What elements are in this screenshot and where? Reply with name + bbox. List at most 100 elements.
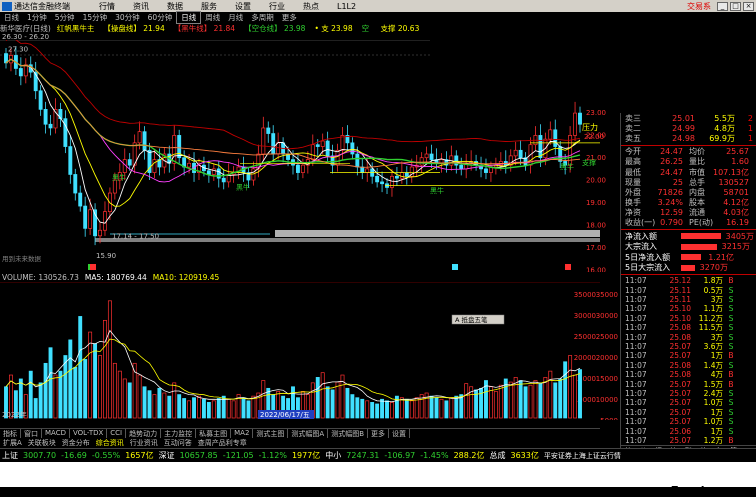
extension-tab[interactable]: 综合资讯 — [93, 438, 127, 448]
indicator-tab[interactable]: MACD — [42, 429, 70, 438]
minimize-button[interactable]: _ — [717, 1, 728, 11]
event-marker[interactable] — [452, 264, 458, 270]
candle-body — [88, 209, 93, 229]
menu-item-data[interactable]: 数据 — [158, 1, 192, 12]
high-price-label: 27.30 — [8, 46, 28, 54]
tick-price: 25.11 — [669, 295, 691, 305]
indicator-tab[interactable]: 更多 — [368, 429, 390, 438]
extension-tab[interactable]: 资金分布 — [59, 438, 93, 448]
ma10-value: MA10: 120919.45 — [152, 272, 220, 282]
sz-index-amount: 1977亿 — [291, 451, 321, 460]
volume-chart[interactable]: 3500035000 3000030000 2500025000 2000020000… — [0, 282, 620, 420]
maximize-button[interactable]: □ — [730, 1, 741, 11]
extension-tab[interactable]: 互动问答 — [161, 438, 195, 448]
watermark: www.7gpzb.com — [637, 484, 739, 497]
tick-row: 11:07 25.07 1.0万 S — [621, 417, 756, 426]
menu-item-industry[interactable]: 行业 — [260, 1, 294, 12]
kline-chart[interactable]: 23.0022.0021.0020.0019.0018.0017.0016.00… — [0, 40, 620, 272]
indicator-tab[interactable]: 私募主图 — [196, 429, 232, 438]
event-marker[interactable] — [90, 264, 96, 270]
indicator-tab[interactable]: CCI — [107, 429, 127, 438]
sh-index-label[interactable]: 上证 — [2, 450, 18, 461]
tick-row: 11:07 25.07 1.2万 B — [621, 436, 756, 445]
quote-value: 24.47 — [660, 167, 683, 177]
trade-logo[interactable]: 交易系 — [687, 1, 717, 12]
tooltip-box[interactable]: A 抵盘五笔 — [451, 314, 505, 325]
indicator-tab[interactable]: VOL-TDX — [70, 429, 108, 438]
period-tab[interactable]: 更多 — [278, 12, 301, 23]
menu-item-l1l2[interactable]: L1L2 — [328, 2, 365, 11]
quote-row: 现量 25 总手 130527 — [621, 177, 756, 187]
ask-row[interactable]: 卖五 24.98 69.9万 1 — [621, 133, 756, 143]
volume-bar — [350, 394, 355, 419]
indicator-tab[interactable]: 主力监控 — [161, 429, 197, 438]
volume-bar — [53, 374, 58, 419]
resistance-curve — [5, 40, 581, 150]
quote-value-2: 107.13亿 — [713, 167, 749, 177]
flow-bar — [681, 264, 695, 271]
period-tab[interactable]: 多周期 — [247, 12, 278, 23]
menu-item-hot[interactable]: 热点 — [294, 1, 328, 12]
zx-index-change: -106.97 — [384, 451, 416, 460]
candle-body — [251, 168, 256, 181]
flow-value: 3270万 — [699, 263, 728, 273]
period-tab[interactable]: 1分钟 — [23, 12, 51, 23]
volume-bar — [454, 395, 459, 419]
candle-body — [18, 68, 23, 77]
indicator-tab[interactable]: 测式幅图B — [328, 429, 369, 438]
tick-time: 11:07 — [625, 304, 647, 314]
close-button[interactable]: × — [743, 1, 754, 11]
extension-tab[interactable]: 扩展A — [0, 438, 25, 448]
tick-price: 25.08 — [669, 332, 691, 342]
indicator-tab[interactable]: 指标 — [0, 429, 21, 438]
period-tab[interactable]: 日线 — [0, 12, 23, 23]
period-tab[interactable]: 5分钟 — [51, 12, 79, 23]
period-tab[interactable]: 月线 — [224, 12, 247, 23]
period-tab[interactable]: 周线 — [201, 12, 224, 23]
zx-index-label[interactable]: 中小 — [325, 450, 341, 461]
ask-row[interactable]: 卖二 24.99 4.8万 1 — [621, 123, 756, 133]
indicator-tab[interactable]: 测式幅图A — [288, 429, 329, 438]
indicator-tab[interactable]: 测式主图 — [253, 429, 289, 438]
extension-tab[interactable]: 查周产品利专章 — [195, 438, 250, 448]
volume-bar — [464, 383, 469, 419]
volume-bar — [182, 398, 187, 419]
tick-row: 11:07 25.07 1.5万 B — [621, 379, 756, 389]
ma-line-10 — [5, 58, 581, 207]
indicator-tab[interactable]: 趋势动力 — [126, 429, 162, 438]
menu-item-settings[interactable]: 设置 — [226, 1, 260, 12]
quote-value-2: 4.03亿 — [723, 208, 749, 218]
candle-body — [276, 142, 281, 155]
volume-bar — [117, 370, 122, 419]
indicator-tab[interactable]: MA2 — [231, 429, 254, 438]
event-marker[interactable] — [565, 264, 571, 270]
period-tab[interactable]: 60分钟 — [144, 12, 177, 23]
volume-bar — [355, 397, 360, 419]
volume-bar — [167, 395, 172, 419]
formula-name[interactable]: 红帆黑牛主 — [57, 23, 95, 34]
volume-bar — [142, 386, 147, 419]
volume-bar — [137, 374, 142, 419]
period-tab[interactable]: 30分钟 — [111, 12, 144, 23]
candle-body — [295, 164, 300, 173]
period-tab[interactable]: 15分钟 — [79, 12, 112, 23]
volume-value: VOLUME: 130526.73 — [2, 272, 79, 282]
quote-value-2: 1.60 — [731, 157, 749, 167]
volume-bar — [518, 380, 523, 419]
extension-tab[interactable]: 行业资讯 — [127, 438, 161, 448]
indicator-tab[interactable]: 窗口 — [21, 429, 42, 438]
ask-volume: 69.9万 — [709, 133, 735, 143]
quote-value: 12.59 — [660, 208, 683, 218]
indicator-tab[interactable]: 设置 — [389, 429, 411, 438]
sz-index-label[interactable]: 深证 — [159, 450, 175, 461]
flow-bar — [681, 254, 701, 261]
candle-body — [538, 135, 543, 159]
menu-item-quotes[interactable]: 行情 — [90, 1, 124, 12]
tick-time: 11:07 — [625, 285, 647, 295]
broker-label[interactable]: 平安证券上海上证云行情 — [544, 451, 621, 461]
menu-item-service[interactable]: 服务 — [192, 1, 226, 12]
ask-row[interactable]: 卖三 25.01 5.5万 2 — [621, 113, 756, 123]
extension-tab[interactable]: 关联板块 — [25, 438, 59, 448]
menu-item-news[interactable]: 资讯 — [124, 1, 158, 12]
quote-value: 0.790 — [660, 218, 683, 228]
